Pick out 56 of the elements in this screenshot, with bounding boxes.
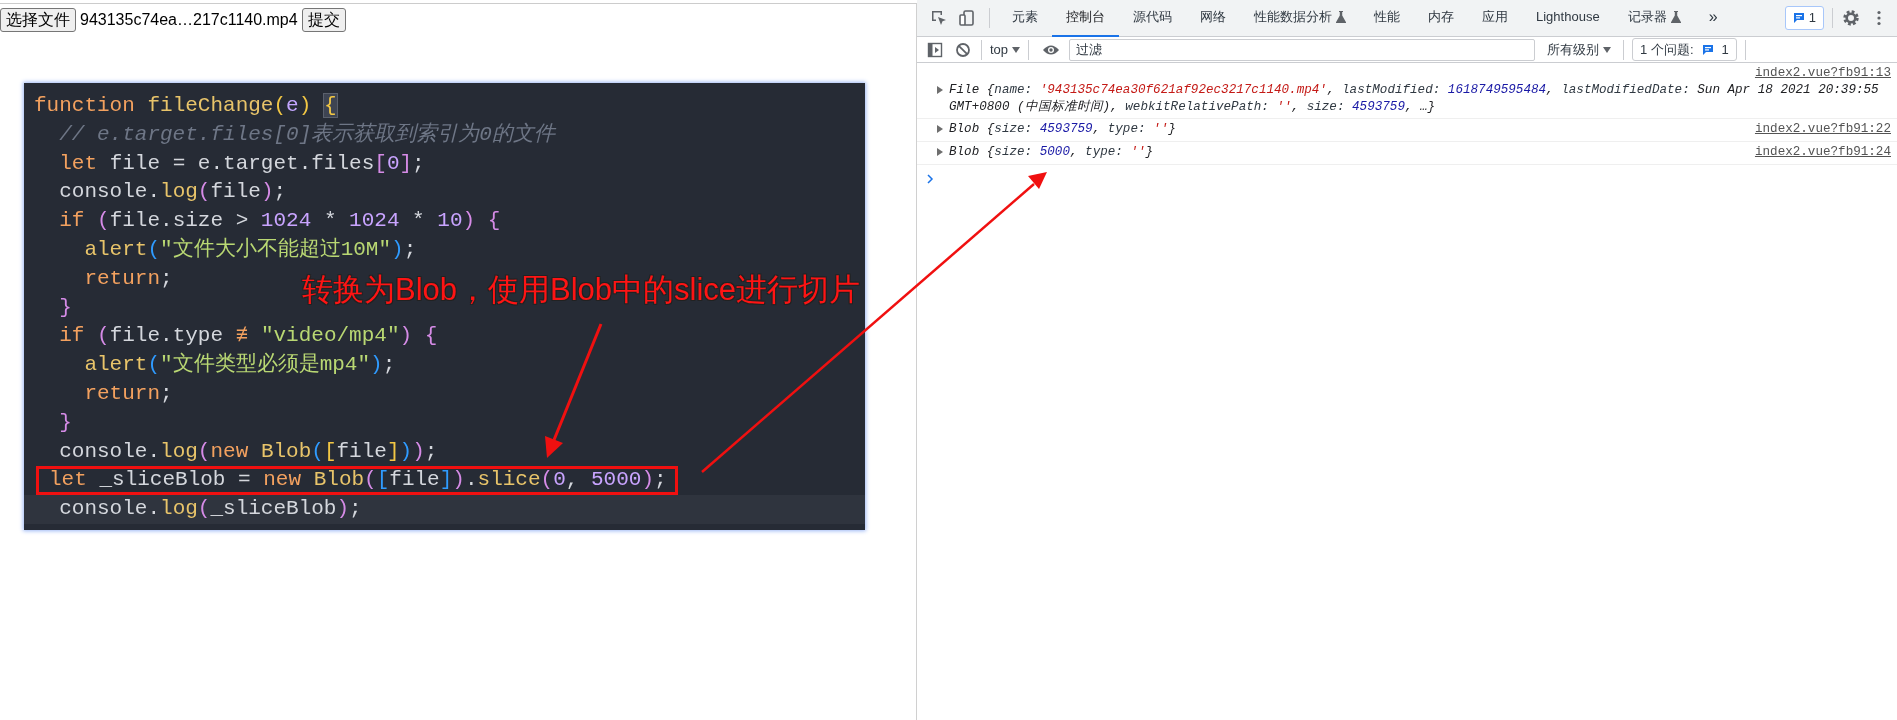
more-tabs-button[interactable]: » xyxy=(1694,0,1732,37)
filter-field[interactable]: 过滤 xyxy=(1069,38,1536,61)
code-line: let _sliceBlob = new Blob([file]).slice(0, 5000); xyxy=(49,468,667,492)
file-name: 943135c74ea…217c1140.mp4 xyxy=(80,10,298,30)
code-line: } xyxy=(58,410,72,434)
code-line: return; xyxy=(83,266,173,290)
devtools-tab[interactable]: 源代码 xyxy=(1119,0,1186,37)
choose-file-button[interactable]: 选择文件 xyxy=(0,8,76,32)
issues-button[interactable]: 1 xyxy=(1784,6,1824,30)
issues-button[interactable]: 1 个问题: 1 xyxy=(1632,37,1737,62)
submit-button[interactable]: 提交 xyxy=(301,8,346,32)
source-link[interactable]: index2.vue?fb91:13 xyxy=(1754,65,1891,82)
expand-icon[interactable] xyxy=(937,125,943,133)
console-message: Blob {size: 5000, type: ''} xyxy=(949,144,1154,161)
issue-icon xyxy=(1701,43,1714,56)
settings-icon[interactable] xyxy=(1842,9,1860,27)
clear-icon[interactable] xyxy=(955,41,971,58)
annotation-label: 转换为Blob，使用Blob中的slice进行切片 xyxy=(302,271,861,309)
console-message: File {name: '943135c74ea30f621af92ec3217c1140.mp4', lastModified: 1618749595484, lastModifiedDate: Sun Apr 18 2021 20:39:55 GMT+0800 (中国标准时间), webkitRelativePath: '', size: 4593759, …} xyxy=(949,82,1879,116)
code-line: // e.target.files[0]表示获取到索引为0的文件 xyxy=(58,122,555,146)
console-message: Blob {size: 4593759, type: ''} xyxy=(949,121,1176,138)
eye-icon[interactable] xyxy=(1042,43,1061,56)
more-options-icon[interactable] xyxy=(1876,10,1882,26)
context-dropdown[interactable]: top xyxy=(986,38,1025,61)
caret-icon xyxy=(1012,46,1021,53)
prompt-icon xyxy=(927,173,934,184)
devtools-tab[interactable]: 应用 xyxy=(1468,0,1522,37)
devtools-tab[interactable]: 网络 xyxy=(1186,0,1240,37)
code-line: console.log(_sliceBlob); xyxy=(58,497,362,521)
code-line: } xyxy=(58,295,72,319)
devtools-tab[interactable]: 性能 xyxy=(1360,0,1414,37)
levels-dropdown[interactable]: 所有级别 xyxy=(1539,38,1620,61)
devtools-tab[interactable]: 记录器 xyxy=(1613,0,1695,37)
inspect-icon[interactable] xyxy=(930,9,948,27)
caret-icon xyxy=(1603,46,1612,53)
code-line: console.log(new Blob([file])); xyxy=(58,439,438,463)
issue-icon xyxy=(1792,12,1805,24)
devtools-tab[interactable]: 元素 xyxy=(998,0,1052,37)
code-line: if (file.type ≢ "video/mp4") { xyxy=(58,324,438,348)
expand-icon[interactable] xyxy=(937,86,943,94)
source-link[interactable]: index2.vue?fb91:22 xyxy=(1754,121,1891,138)
sidebar-icon[interactable] xyxy=(927,41,943,58)
devtools-tab[interactable]: 性能数据分析 xyxy=(1240,0,1360,37)
device-icon[interactable] xyxy=(958,9,976,27)
code-line: alert("文件大小不能超过10M"); xyxy=(83,238,417,261)
code-line: let file = e.target.files[0]; xyxy=(58,151,425,175)
source-link[interactable]: index2.vue?fb91:24 xyxy=(1754,144,1891,161)
code-line: alert("文件类型必须是mp4"); xyxy=(83,353,396,377)
code-line: function fileChange(e) { xyxy=(34,94,337,117)
expand-icon[interactable] xyxy=(937,148,943,156)
devtools-tab[interactable]: Lighthouse xyxy=(1522,0,1614,37)
code-line: console.log(file); xyxy=(58,180,287,204)
devtools-tab[interactable]: 内存 xyxy=(1414,0,1468,37)
code-line: return; xyxy=(83,381,173,405)
devtools-tab[interactable]: 控制台 xyxy=(1052,0,1119,37)
code-line: if (file.size > 1024 * 1024 * 10) { xyxy=(58,209,501,233)
